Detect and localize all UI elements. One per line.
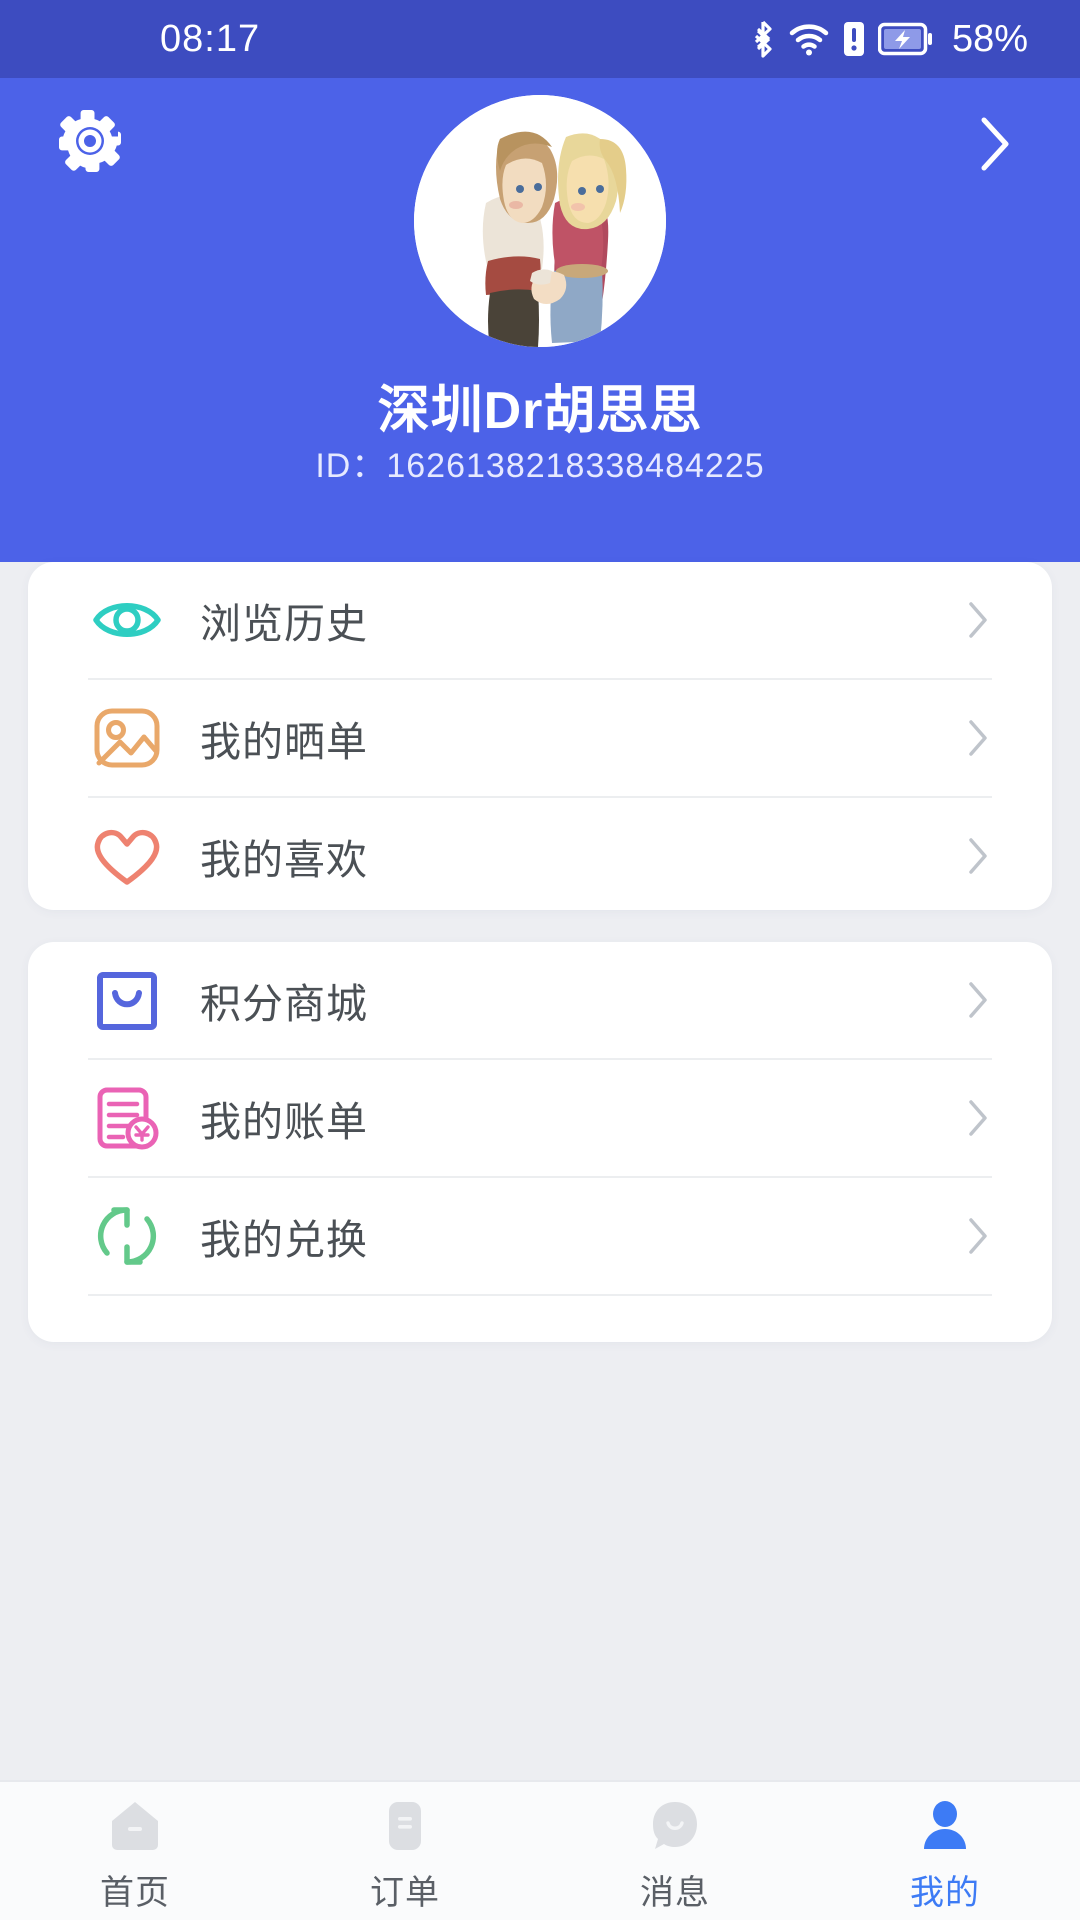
person-icon [914,1795,976,1857]
profile-header: 深圳Dr胡思思 ID：1626138218338484225 [0,78,1080,562]
menu-item-my-bills[interactable]: 我的账单 [28,1060,1052,1176]
chevron-right-icon [962,838,994,874]
tab-label: 订单 [370,1873,440,1912]
chevron-right-icon [962,1100,994,1136]
chevron-right-icon [962,982,994,1018]
tab-label: 首页 [100,1873,170,1912]
chevron-right-icon [974,112,1014,181]
order-list-icon [374,1795,436,1857]
home-icon [104,1795,166,1857]
image-icon [90,701,164,775]
avatar-illustration [414,95,666,347]
menu-item-label: 积分商城 [200,981,368,1027]
username: 深圳Dr胡思思 [377,382,703,440]
user-id: ID：1626138218338484225 [0,438,1080,487]
chevron-right-icon [962,1218,994,1254]
tab-home[interactable]: 首页 [0,1782,270,1920]
bill-yuan-icon [90,1081,164,1155]
menu-card-activity: 浏览历史 我的晒单 我的喜欢 [28,562,1052,910]
menu-item-my-reviews[interactable]: 我的晒单 [28,680,1052,796]
menu-item-points-mall[interactable]: 积分商城 [28,942,1052,1058]
shopping-bag-icon [90,963,164,1037]
avatar[interactable] [414,95,666,347]
menu-item-label: 我的晒单 [200,719,368,765]
menu-card-points: 积分商城 我的账单 我的兑换 [28,942,1052,1342]
status-bar: 08:17 58% [0,0,1080,78]
sim-alert-icon [842,20,866,58]
menu-item-label: 我的账单 [200,1099,368,1145]
gear-icon [54,105,126,182]
menu-item-label: 我的喜欢 [200,837,368,883]
bottom-tab-bar: 首页 订单 消息 我的 [0,1780,1080,1920]
chevron-right-icon [962,602,994,638]
battery-percent-label: 58% [951,17,1028,60]
message-icon [644,1795,706,1857]
status-icon-group: 58% [750,18,1028,61]
wifi-icon [788,21,830,57]
battery-charging-icon [877,22,934,56]
exchange-refresh-icon [90,1199,164,1273]
menu-item-my-exchange[interactable]: 我的兑换 [28,1178,1052,1294]
profile-detail-button[interactable] [956,108,1032,184]
tab-label: 消息 [640,1873,710,1912]
eye-icon [90,583,164,657]
user-id-value: 1626138218338484225 [386,447,765,485]
chevron-right-icon [962,720,994,756]
menu-item-label: 我的兑换 [200,1217,368,1263]
user-id-label: ID： [315,447,387,485]
bluetooth-icon [750,19,776,59]
tab-mine[interactable]: 我的 [810,1782,1080,1920]
status-time: 08:17 [160,17,261,60]
row-divider [88,1294,992,1296]
tab-messages[interactable]: 消息 [540,1782,810,1920]
menu-item-my-favorites[interactable]: 我的喜欢 [28,798,1052,910]
menu-item-label: 浏览历史 [200,601,368,647]
menu-item-browse-history[interactable]: 浏览历史 [28,562,1052,678]
settings-button[interactable] [50,103,130,183]
tab-orders[interactable]: 订单 [270,1782,540,1920]
tab-label: 我的 [910,1873,980,1912]
mine-profile-screen: 08:17 58% 深圳Dr胡思思 ID：1626138218338484225… [0,0,1080,1920]
heart-icon [90,819,164,893]
